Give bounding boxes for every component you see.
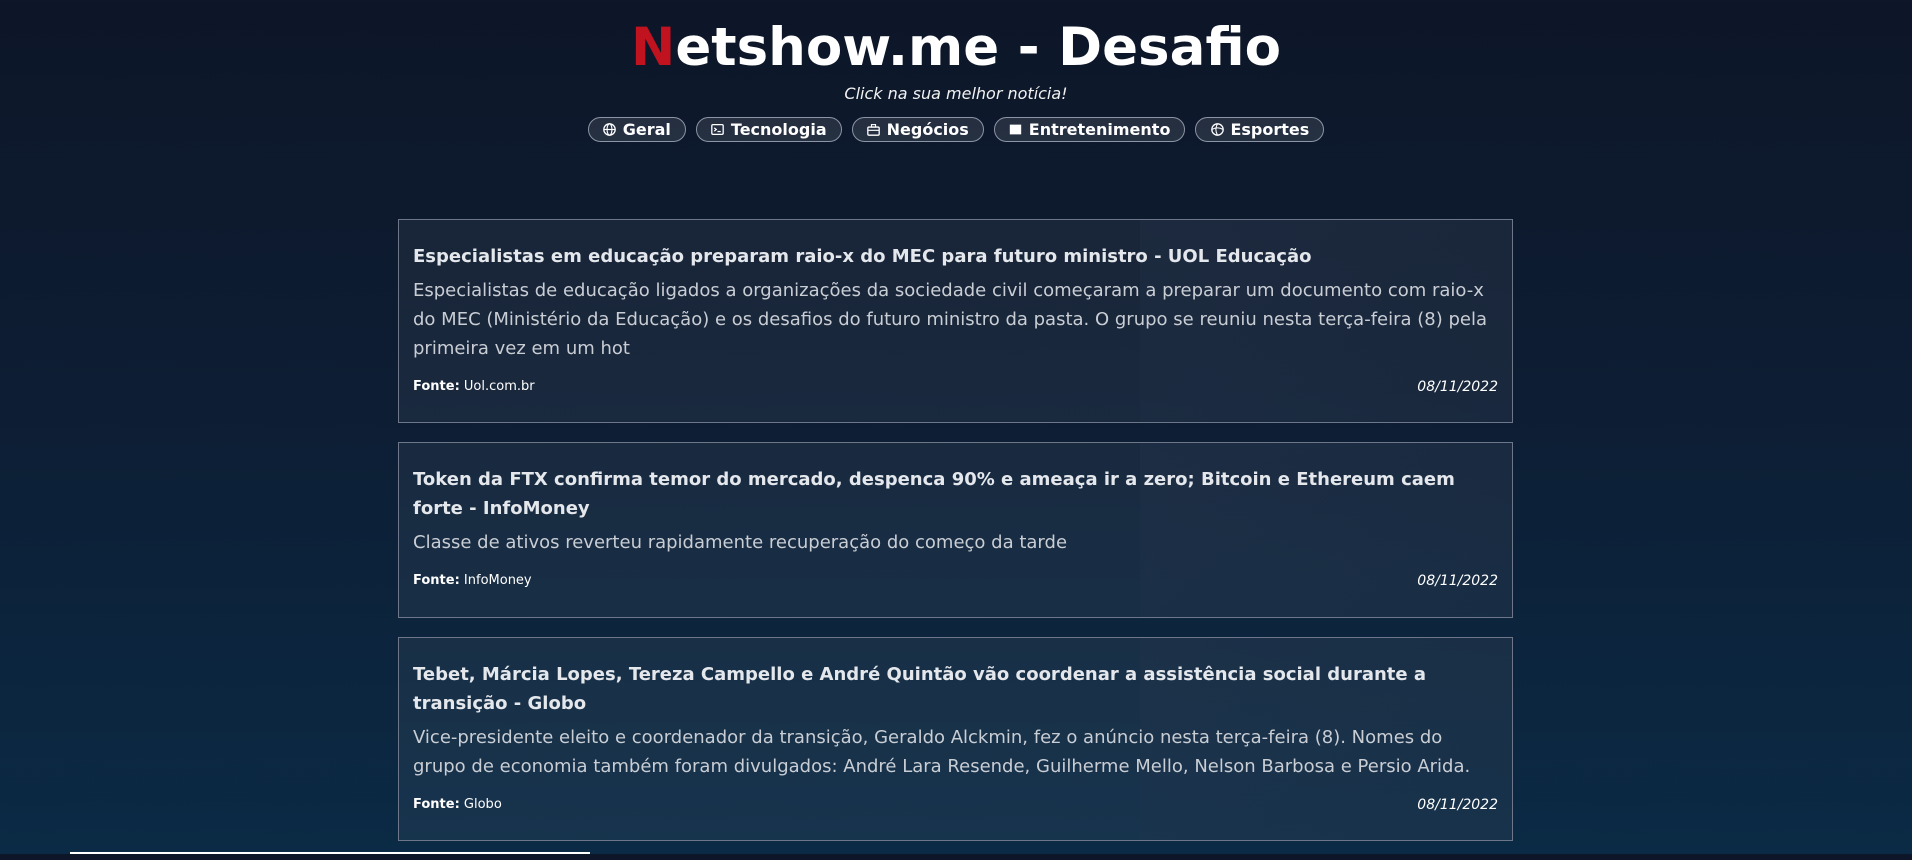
category-negocios-button[interactable]: Negócios	[851, 117, 984, 142]
news-date: 08/11/2022	[1417, 797, 1498, 813]
title-accent-letter: N	[630, 17, 676, 78]
title-rest: etshow.me - Desafio	[675, 17, 1282, 78]
news-card[interactable]: Especialistas em educação preparam raio-…	[398, 219, 1513, 423]
briefcase-icon	[867, 123, 881, 137]
news-list: Especialistas em educação preparam raio-…	[398, 219, 1513, 860]
news-source-name: InfoMoney	[463, 573, 532, 588]
terminal-icon	[711, 123, 725, 137]
news-footer: Fonte: Uol.com.br 08/11/2022	[413, 379, 1498, 395]
category-geral-label: Geral	[622, 120, 671, 139]
category-nav: Geral Tecnologia Negócios Entretenimento…	[0, 117, 1912, 142]
category-tecnologia-label: Tecnologia	[730, 120, 827, 139]
news-date: 08/11/2022	[1417, 379, 1498, 395]
page-header: Netshow.me - Desafio Click na sua melhor…	[0, 0, 1912, 142]
news-title: Token da FTX confirma temor do mercado, …	[413, 469, 1455, 519]
page-title: Netshow.me - Desafio	[0, 16, 1912, 80]
category-esportes-button[interactable]: Esportes	[1195, 117, 1325, 142]
category-entretenimento-label: Entretenimento	[1028, 120, 1171, 139]
film-icon	[1009, 123, 1023, 137]
news-source-label: Fonte:	[413, 573, 460, 588]
news-source-name: Uol.com.br	[463, 379, 535, 394]
category-negocios-label: Negócios	[886, 120, 969, 139]
news-source-name: Globo	[463, 797, 502, 812]
category-esportes-label: Esportes	[1230, 120, 1310, 139]
category-geral-button[interactable]: Geral	[587, 117, 686, 142]
news-footer: Fonte: InfoMoney 08/11/2022	[413, 573, 1498, 589]
news-date: 08/11/2022	[1417, 573, 1498, 589]
news-source: Fonte: InfoMoney	[413, 573, 532, 589]
news-source: Fonte: Globo	[413, 797, 502, 813]
category-entretenimento-button[interactable]: Entretenimento	[993, 117, 1186, 142]
news-description: Classe de ativos reverteu rapidamente re…	[413, 532, 1068, 553]
news-footer: Fonte: Globo 08/11/2022	[413, 797, 1498, 813]
news-source: Fonte: Uol.com.br	[413, 379, 535, 395]
news-source-label: Fonte:	[413, 797, 460, 812]
news-title: Tebet, Márcia Lopes, Tereza Campello e A…	[413, 664, 1427, 714]
news-source-label: Fonte:	[413, 379, 460, 394]
news-card[interactable]: Tebet, Márcia Lopes, Tereza Campello e A…	[398, 637, 1513, 841]
news-card[interactable]: Token da FTX confirma temor do mercado, …	[398, 442, 1513, 618]
news-title: Especialistas em educação preparam raio-…	[413, 246, 1312, 267]
news-description: Vice-presidente eleito e coordenador da …	[413, 727, 1471, 777]
page-subtitle: Click na sua melhor notícia!	[844, 84, 1068, 103]
news-description: Especialistas de educação ligados a orga…	[413, 280, 1488, 359]
category-tecnologia-button[interactable]: Tecnologia	[695, 117, 842, 142]
globe-icon	[603, 123, 617, 137]
ball-icon	[1210, 123, 1224, 137]
